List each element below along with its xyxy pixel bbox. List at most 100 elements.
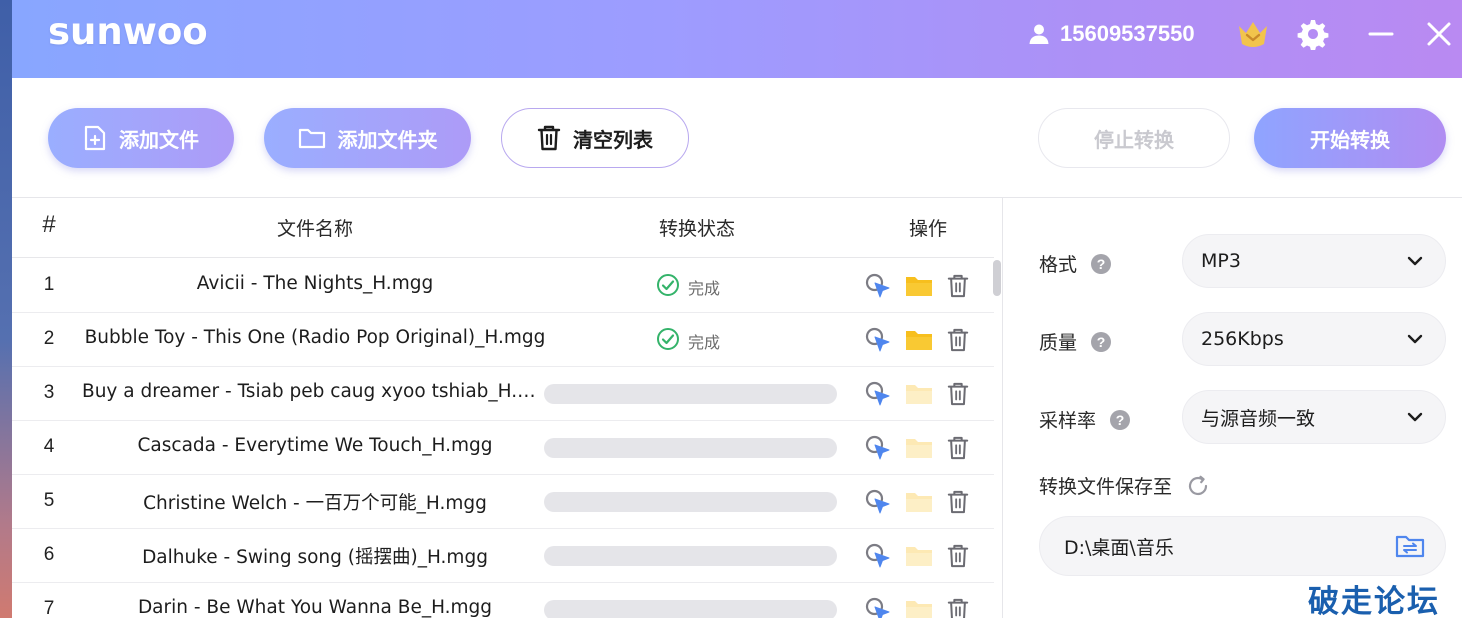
quality-select[interactable]: 256Kbps	[1182, 312, 1446, 366]
samplerate-label-group: 采样率 ?	[1039, 406, 1131, 433]
delete-row-icon[interactable]	[944, 326, 972, 354]
column-index: #	[42, 211, 56, 238]
locate-file-icon[interactable]	[864, 326, 892, 354]
table-row[interactable]: 6 Dalhuke - Swing song (摇摆曲)_H.mgg	[12, 529, 994, 583]
row-index: 2	[43, 328, 55, 349]
file-name: Darin - Be What You Wanna Be_H.mgg	[137, 597, 493, 618]
row-index: 4	[43, 436, 55, 457]
locate-file-icon[interactable]	[864, 272, 892, 300]
status-complete: 完成	[656, 273, 720, 301]
quality-value: 256Kbps	[1201, 328, 1284, 350]
table-row[interactable]: 3 Buy a dreamer - Tsiab peb caug xyoo tsh…	[12, 367, 994, 421]
delete-row-icon[interactable]	[944, 488, 972, 516]
format-value: MP3	[1201, 250, 1241, 272]
format-label: 格式	[1039, 254, 1078, 276]
row-index: 5	[43, 490, 55, 511]
status-text: 完成	[688, 333, 721, 352]
locate-file-icon[interactable]	[864, 380, 892, 408]
file-name: Cascada - Everytime We Touch_H.mgg	[137, 435, 493, 456]
column-file-name: 文件名称	[276, 218, 353, 240]
panel-divider	[1002, 198, 1003, 618]
quality-help-icon[interactable]: ?	[1091, 331, 1112, 352]
add-file-button[interactable]: 添加文件	[48, 108, 234, 168]
check-circle-icon	[656, 273, 680, 301]
clear-list-label: 清空列表	[573, 127, 653, 152]
vip-crown-icon[interactable]	[1236, 17, 1270, 51]
delete-row-icon[interactable]	[944, 434, 972, 462]
add-file-label: 添加文件	[119, 127, 199, 152]
quality-label: 质量	[1039, 332, 1078, 354]
browse-folder-icon[interactable]	[1395, 533, 1425, 559]
title-bar: sunwoo 15609537550	[12, 0, 1462, 78]
app-logo: sunwoo	[48, 10, 208, 53]
table-row[interactable]: 2 Bubble Toy - This One (Radio Pop Origin…	[12, 313, 994, 367]
add-folder-label: 添加文件夹	[337, 127, 438, 152]
chevron-down-icon	[1407, 256, 1423, 266]
save-path-field[interactable]: D:\桌面\音乐	[1039, 516, 1446, 576]
trash-icon	[537, 125, 561, 151]
locate-file-icon[interactable]	[864, 596, 892, 618]
start-conversion-label: 开始转换	[1310, 127, 1390, 152]
file-name: Bubble Toy - This One (Radio Pop Origina…	[84, 327, 546, 348]
settings-gear-icon[interactable]	[1296, 17, 1330, 51]
column-actions: 操作	[908, 218, 947, 240]
progress-bar	[544, 438, 837, 458]
table-row[interactable]: 1 Avicii - The Nights_H.mgg 完成	[12, 259, 994, 313]
desktop-background-strip	[0, 0, 12, 618]
refresh-icon[interactable]	[1186, 474, 1210, 498]
add-file-icon	[84, 125, 106, 151]
progress-bar	[544, 546, 837, 566]
format-help-icon[interactable]: ?	[1091, 253, 1112, 274]
start-conversion-button[interactable]: 开始转换	[1254, 108, 1446, 168]
check-circle-icon	[656, 327, 680, 355]
progress-bar	[544, 384, 837, 404]
open-folder-disabled-icon	[905, 542, 933, 570]
row-index: 3	[43, 382, 55, 403]
chevron-down-icon	[1407, 334, 1423, 344]
locate-file-icon[interactable]	[864, 434, 892, 462]
quality-label-group: 质量 ?	[1039, 328, 1112, 355]
table-row[interactable]: 5 Christine Welch - 一百万个可能_H.mgg	[12, 475, 994, 529]
status-complete: 完成	[656, 327, 720, 355]
delete-row-icon[interactable]	[944, 596, 972, 618]
table-scrollbar[interactable]	[993, 260, 1001, 296]
format-label-group: 格式 ?	[1039, 250, 1112, 277]
open-folder-disabled-icon	[905, 380, 933, 408]
add-folder-icon	[298, 128, 325, 149]
save-path-value: D:\桌面\音乐	[1064, 536, 1174, 559]
chevron-down-icon	[1407, 412, 1423, 422]
save-location-label-group: 转换文件保存至	[1039, 472, 1210, 499]
delete-row-icon[interactable]	[944, 380, 972, 408]
samplerate-value: 与源音频一致	[1201, 407, 1316, 430]
table-row[interactable]: 4 Cascada - Everytime We Touch_H.mgg	[12, 421, 994, 475]
stop-conversion-label: 停止转换	[1094, 127, 1174, 152]
close-icon[interactable]	[1422, 17, 1456, 51]
delete-row-icon[interactable]	[944, 542, 972, 570]
app-window: sunwoo 15609537550 添加文件 添加文件夹 清空列表 停止转换 …	[12, 0, 1462, 618]
samplerate-select[interactable]: 与源音频一致	[1182, 390, 1446, 444]
open-folder-disabled-icon	[905, 488, 933, 516]
file-name: Avicii - The Nights_H.mgg	[196, 273, 434, 294]
open-folder-icon[interactable]	[905, 326, 933, 354]
minimize-icon[interactable]	[1364, 17, 1398, 51]
add-folder-button[interactable]: 添加文件夹	[264, 108, 471, 168]
stop-conversion-button[interactable]: 停止转换	[1038, 108, 1230, 168]
user-account[interactable]: 15609537550	[1028, 20, 1195, 48]
file-name: Buy a dreamer - Tsiab peb caug xyoo tshi…	[82, 381, 548, 402]
save-location-label: 转换文件保存至	[1039, 476, 1173, 498]
progress-bar	[544, 600, 837, 618]
open-folder-icon[interactable]	[905, 272, 933, 300]
file-name: Dalhuke - Swing song (摇摆曲)_H.mgg	[142, 547, 488, 568]
file-name: Christine Welch - 一百万个可能_H.mgg	[143, 493, 487, 514]
row-index: 6	[43, 544, 55, 565]
locate-file-icon[interactable]	[864, 542, 892, 570]
open-folder-disabled-icon	[905, 434, 933, 462]
samplerate-help-icon[interactable]: ?	[1110, 409, 1131, 430]
forum-watermark: 破走论坛	[1308, 584, 1440, 618]
clear-list-button[interactable]: 清空列表	[501, 108, 689, 168]
locate-file-icon[interactable]	[864, 488, 892, 516]
delete-row-icon[interactable]	[944, 272, 972, 300]
table-row[interactable]: 7 Darin - Be What You Wanna Be_H.mgg	[12, 583, 994, 618]
format-select[interactable]: MP3	[1182, 234, 1446, 288]
row-index: 1	[43, 274, 55, 295]
